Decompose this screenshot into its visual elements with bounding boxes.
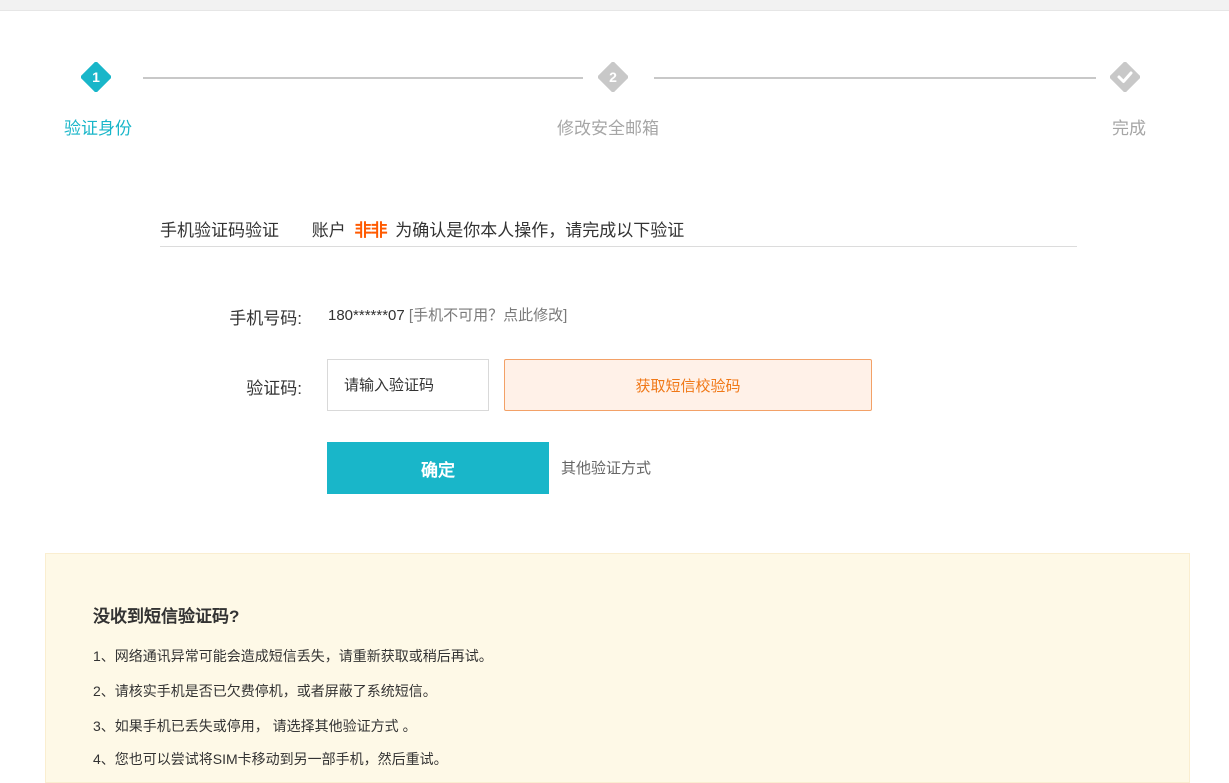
phone-number: 180******07 xyxy=(328,307,405,324)
step-3-label: 完成 xyxy=(1112,119,1146,138)
step-2-number: 2 xyxy=(609,69,617,85)
phone-row: 180******07 [手机不可用？点此修改] xyxy=(328,304,567,325)
account-name: 非非 xyxy=(354,221,387,240)
verification-code-input[interactable] xyxy=(327,359,489,411)
get-sms-code-button[interactable]: 获取短信校验码 xyxy=(504,359,872,411)
code-label: 验证码: xyxy=(246,379,302,398)
confirm-button[interactable]: 确定 xyxy=(327,442,549,494)
step-1-number: 1 xyxy=(92,69,100,85)
verification-method-title: 手机验证码验证 xyxy=(160,221,279,240)
verification-heading: 手机验证码验证 账户 非非 为确认是你本人操作，请完成以下验证 xyxy=(160,216,1077,247)
other-verification-methods-link[interactable]: 其他验证方式 xyxy=(561,457,651,478)
verification-message: 为确认是你本人操作，请完成以下验证 xyxy=(395,221,685,240)
step-connector-2 xyxy=(654,77,1096,79)
help-item: 3、如果手机已丢失或停用， 请选择其他验证方式 。 xyxy=(93,718,417,734)
help-box: 没收到短信验证码? 1、网络通讯异常可能会造成短信丢失，请重新获取或稍后再试。 … xyxy=(45,553,1190,783)
account-prefix: 账户 xyxy=(311,221,346,240)
step-1-icon: 1 xyxy=(81,62,111,92)
check-icon xyxy=(1110,62,1140,92)
step-connector-1 xyxy=(143,77,583,79)
step-2-icon: 2 xyxy=(598,62,628,92)
help-item: 1、网络通讯异常可能会造成短信丢失，请重新获取或稍后再试。 xyxy=(93,648,493,664)
phone-label: 手机号码: xyxy=(229,309,302,328)
help-item: 2、请核实手机是否已欠费停机，或者屏蔽了系统短信。 xyxy=(93,683,437,699)
step-1-label: 验证身份 xyxy=(64,119,132,138)
help-title: 没收到短信验证码? xyxy=(93,607,240,626)
help-item: 4、您也可以尝试将SIM卡移动到另一部手机，然后重试。 xyxy=(93,751,448,767)
step-2-label: 修改安全邮箱 xyxy=(557,119,659,138)
phone-change-link[interactable]: [手机不可用？点此修改] xyxy=(409,307,567,324)
top-bar xyxy=(0,0,1229,11)
